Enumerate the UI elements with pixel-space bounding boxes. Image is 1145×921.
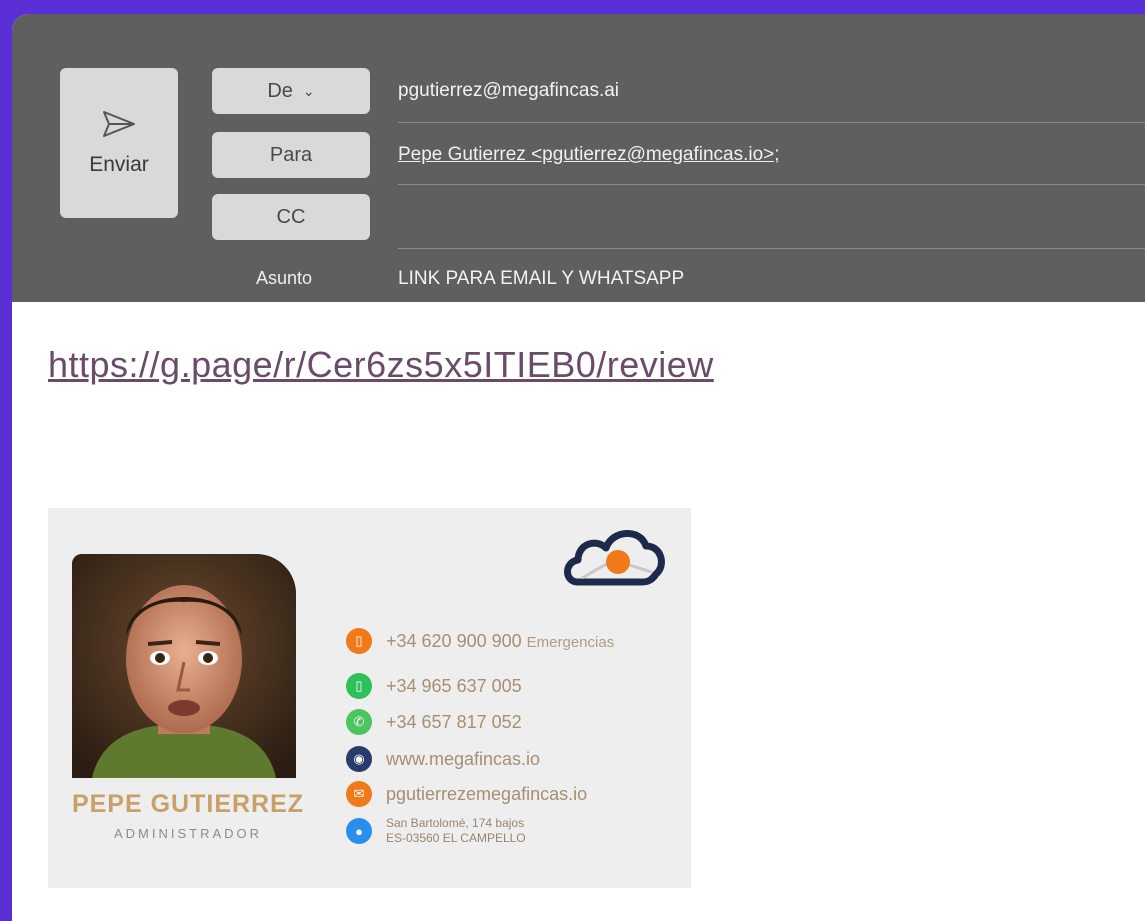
globe-icon: ◉: [346, 746, 372, 772]
send-label: Enviar: [89, 153, 149, 176]
contact-mobile-extra: Emergencias: [526, 633, 615, 651]
contact-whatsapp-text: +34 657 817 052: [386, 711, 522, 732]
contact-address: ● San Bartolomé, 174 bajos ES-03560 EL C…: [346, 816, 526, 846]
contact-website[interactable]: ◉ www.megafincas.io: [346, 746, 540, 772]
signature-role: ADMINISTRADOR: [113, 826, 263, 841]
send-icon: [103, 111, 135, 137]
cc-button[interactable]: CC: [212, 194, 370, 240]
divider: [398, 184, 1145, 185]
compose-window: Enviar De ⌄ Para CC Asunto pgutierrez@me…: [12, 14, 1145, 921]
contact-email-text[interactable]: pgutierrezemegafincas.io: [386, 784, 587, 805]
to-label: Para: [269, 143, 313, 166]
contact-phone: ▯ +34 965 637 005: [346, 673, 522, 699]
contact-mobile-text: +34 620 900 900: [386, 630, 522, 651]
chevron-down-icon: ⌄: [302, 82, 315, 99]
contact-mobile: ▯ +34 620 900 900 Emergencias: [346, 628, 614, 654]
contact-website-text[interactable]: www.megafincas.io: [386, 749, 540, 770]
divider: [398, 122, 1145, 123]
cc-field[interactable]: [398, 206, 1098, 230]
to-field[interactable]: Pepe Gutierrez <pgutierrez@megafincas.io…: [398, 144, 780, 166]
subject-label: Asunto: [256, 268, 313, 288]
to-recipient[interactable]: Pepe Gutierrez <pgutierrez@megafincas.io…: [398, 144, 780, 165]
signature-name: PEPE GUTIERREZ: [71, 790, 305, 818]
review-link[interactable]: https://g.page/r/Cer6zs5x5ITIEB0/review: [48, 344, 714, 386]
cloud-logo-icon: [564, 530, 665, 586]
divider: [398, 248, 1145, 249]
contact-phone-text: +34 965 637 005: [386, 675, 522, 696]
phone-icon: ▯: [346, 673, 372, 699]
mobile-icon: ▯: [346, 628, 372, 654]
mail-icon: ✉: [346, 781, 372, 807]
cc-label: CC: [276, 205, 306, 228]
contact-email[interactable]: ✉ pgutierrezemegafincas.io: [346, 781, 587, 807]
location-icon: ●: [346, 818, 372, 844]
from-field[interactable]: pgutierrez@megafincas.ai: [398, 80, 619, 102]
from-label: De: [267, 79, 293, 102]
address-line-2: ES-03560 EL CAMPELLO: [386, 831, 526, 845]
address-line-1: San Bartolomé, 174 bajos: [386, 816, 525, 830]
contact-whatsapp: ✆ +34 657 817 052: [346, 709, 522, 735]
subject-field[interactable]: LINK PARA EMAIL Y WHATSAPP: [398, 268, 684, 290]
from-button[interactable]: De ⌄: [212, 68, 370, 114]
send-button[interactable]: Enviar: [60, 68, 178, 218]
profile-photo: [72, 554, 296, 778]
whatsapp-icon: ✆: [346, 709, 372, 735]
email-signature: PEPE GUTIERREZ ADMINISTRADOR ▯ +34 620 9…: [48, 508, 691, 888]
compose-header: Enviar De ⌄ Para CC Asunto pgutierrez@me…: [12, 14, 1145, 302]
to-button[interactable]: Para: [212, 132, 370, 178]
